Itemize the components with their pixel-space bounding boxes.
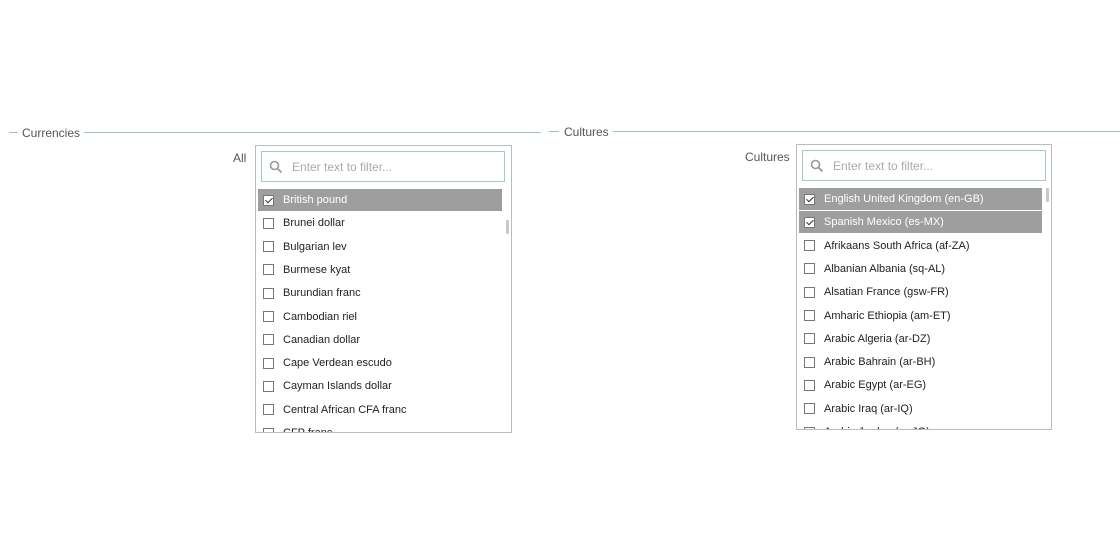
currency-list-item[interactable]: CFP franc	[258, 422, 502, 432]
currency-item-label: Canadian dollar	[283, 333, 361, 346]
culture-item-label: Spanish Mexico (es-MX)	[824, 216, 944, 229]
culture-item-label: Amharic Ethiopia (am-ET)	[824, 309, 951, 322]
currency-item-label: CFP franc	[283, 427, 332, 432]
currency-item-label: Cayman Islands dollar	[283, 380, 392, 393]
currency-list-item[interactable]: Burmese kyat	[258, 259, 502, 281]
culture-list-item[interactable]: Spanish Mexico (es-MX)	[799, 211, 1042, 234]
culture-item-label: Arabic Bahrain (ar-BH)	[824, 356, 936, 369]
cultures-filter-input[interactable]	[833, 151, 1039, 180]
currency-item-label: British pound	[283, 194, 348, 206]
culture-item-checkbox[interactable]	[804, 379, 815, 391]
culture-list-item[interactable]: Alsatian France (gsw-FR)	[799, 281, 1042, 303]
culture-list-item[interactable]: English United Kingdom (en-GB)	[799, 188, 1042, 210]
culture-list-item[interactable]: Arabic Bahrain (ar-BH)	[799, 351, 1042, 373]
currency-list-item[interactable]: Burundian franc	[258, 282, 502, 304]
culture-item-label: Arabic Jordan (ar-JO)	[824, 426, 930, 429]
culture-item-label: Albanian Albania (sq-AL)	[824, 262, 946, 275]
culture-item-label: English United Kingdom (en-GB)	[824, 193, 984, 205]
culture-item-checkbox[interactable]	[804, 286, 815, 298]
currency-item-checkbox[interactable]	[263, 217, 274, 229]
culture-item-checkbox[interactable]	[804, 310, 815, 321]
culture-item-checkbox[interactable]	[804, 216, 815, 228]
culture-list-item[interactable]: Afrikaans South Africa (af-ZA)	[799, 235, 1042, 257]
currency-item-label: Cambodian riel	[283, 310, 357, 323]
cultures-picker: English United Kingdom (en-GB) Spanish Me…	[796, 144, 1052, 430]
currencies-scrollbar[interactable]	[506, 220, 509, 234]
currencies-filter-input[interactable]	[292, 152, 498, 181]
currency-item-checkbox[interactable]	[263, 194, 274, 206]
currency-list-item[interactable]: Canadian dollar	[258, 329, 502, 351]
currency-item-checkbox[interactable]	[263, 241, 274, 253]
currencies-list[interactable]: British pound Brunei dollar Bulgarian lev B…	[256, 188, 511, 432]
currencies-field-label: All	[233, 151, 247, 165]
cultures-filter-box[interactable]	[802, 150, 1046, 181]
currency-item-checkbox[interactable]	[263, 357, 274, 369]
currency-item-label: Burundian franc	[283, 287, 361, 300]
currency-list-item[interactable]: Cambodian riel	[258, 306, 502, 328]
culture-item-checkbox[interactable]	[804, 193, 815, 205]
culture-item-checkbox[interactable]	[804, 426, 815, 429]
currencies-picker: British pound Brunei dollar Bulgarian lev B…	[255, 145, 512, 433]
culture-item-label: Alsatian France (gsw-FR)	[824, 286, 949, 299]
culture-item-label: Arabic Algeria (ar-DZ)	[824, 332, 931, 345]
culture-item-checkbox[interactable]	[804, 263, 815, 275]
cultures-scrollbar[interactable]	[1046, 188, 1049, 202]
culture-item-checkbox[interactable]	[804, 333, 815, 345]
currency-item-checkbox[interactable]	[263, 380, 274, 392]
currency-list-item[interactable]: Cape Verdean escudo	[258, 352, 502, 374]
currencies-section-line	[9, 132, 541, 133]
search-icon	[810, 159, 824, 173]
currency-item-checkbox[interactable]	[263, 264, 274, 276]
currency-item-checkbox[interactable]	[263, 311, 274, 322]
cultures-section-line-left	[549, 131, 559, 132]
culture-list-item[interactable]: Arabic Iraq (ar-IQ)	[799, 398, 1042, 420]
currency-list-item[interactable]: Central African CFA franc	[258, 399, 502, 421]
culture-item-label: Afrikaans South Africa (af-ZA)	[824, 239, 970, 252]
currency-list-item[interactable]: Bulgarian lev	[258, 236, 502, 258]
culture-item-label: Arabic Egypt (ar-EG)	[824, 379, 927, 392]
culture-list-item[interactable]: Arabic Egypt (ar-EG)	[799, 374, 1042, 396]
cultures-list[interactable]: English United Kingdom (en-GB) Spanish Me…	[797, 187, 1051, 429]
currency-item-checkbox[interactable]	[263, 427, 274, 432]
culture-item-checkbox[interactable]	[804, 356, 815, 368]
currencies-section-title: Currencies	[18, 126, 85, 140]
currency-item-label: Burmese kyat	[283, 263, 351, 276]
cultures-field-label: Cultures	[745, 150, 790, 164]
currency-item-label: Bulgarian lev	[283, 240, 347, 253]
culture-item-label: Arabic Iraq (ar-IQ)	[824, 402, 913, 415]
currency-item-checkbox[interactable]	[263, 404, 274, 416]
currency-item-label: Central African CFA franc	[283, 403, 407, 416]
currency-item-label: Cape Verdean escudo	[283, 357, 392, 370]
cultures-section-title: Cultures	[560, 125, 613, 139]
culture-list-item[interactable]: Arabic Jordan (ar-JO)	[799, 421, 1042, 429]
cultures-section-line	[612, 131, 1120, 132]
culture-item-checkbox[interactable]	[804, 403, 815, 415]
culture-item-checkbox[interactable]	[804, 240, 815, 252]
currency-list-item[interactable]: British pound	[258, 189, 502, 211]
currency-item-checkbox[interactable]	[263, 287, 274, 299]
currency-list-item[interactable]: Brunei dollar	[258, 212, 502, 234]
search-icon	[269, 160, 283, 174]
culture-list-item[interactable]: Arabic Algeria (ar-DZ)	[799, 328, 1042, 350]
currency-item-checkbox[interactable]	[263, 334, 274, 346]
currency-list-item[interactable]: Cayman Islands dollar	[258, 375, 502, 397]
culture-list-item[interactable]: Amharic Ethiopia (am-ET)	[799, 305, 1042, 327]
currencies-filter-box[interactable]	[261, 151, 505, 182]
culture-list-item[interactable]: Albanian Albania (sq-AL)	[799, 258, 1042, 280]
currency-item-label: Brunei dollar	[283, 217, 345, 230]
